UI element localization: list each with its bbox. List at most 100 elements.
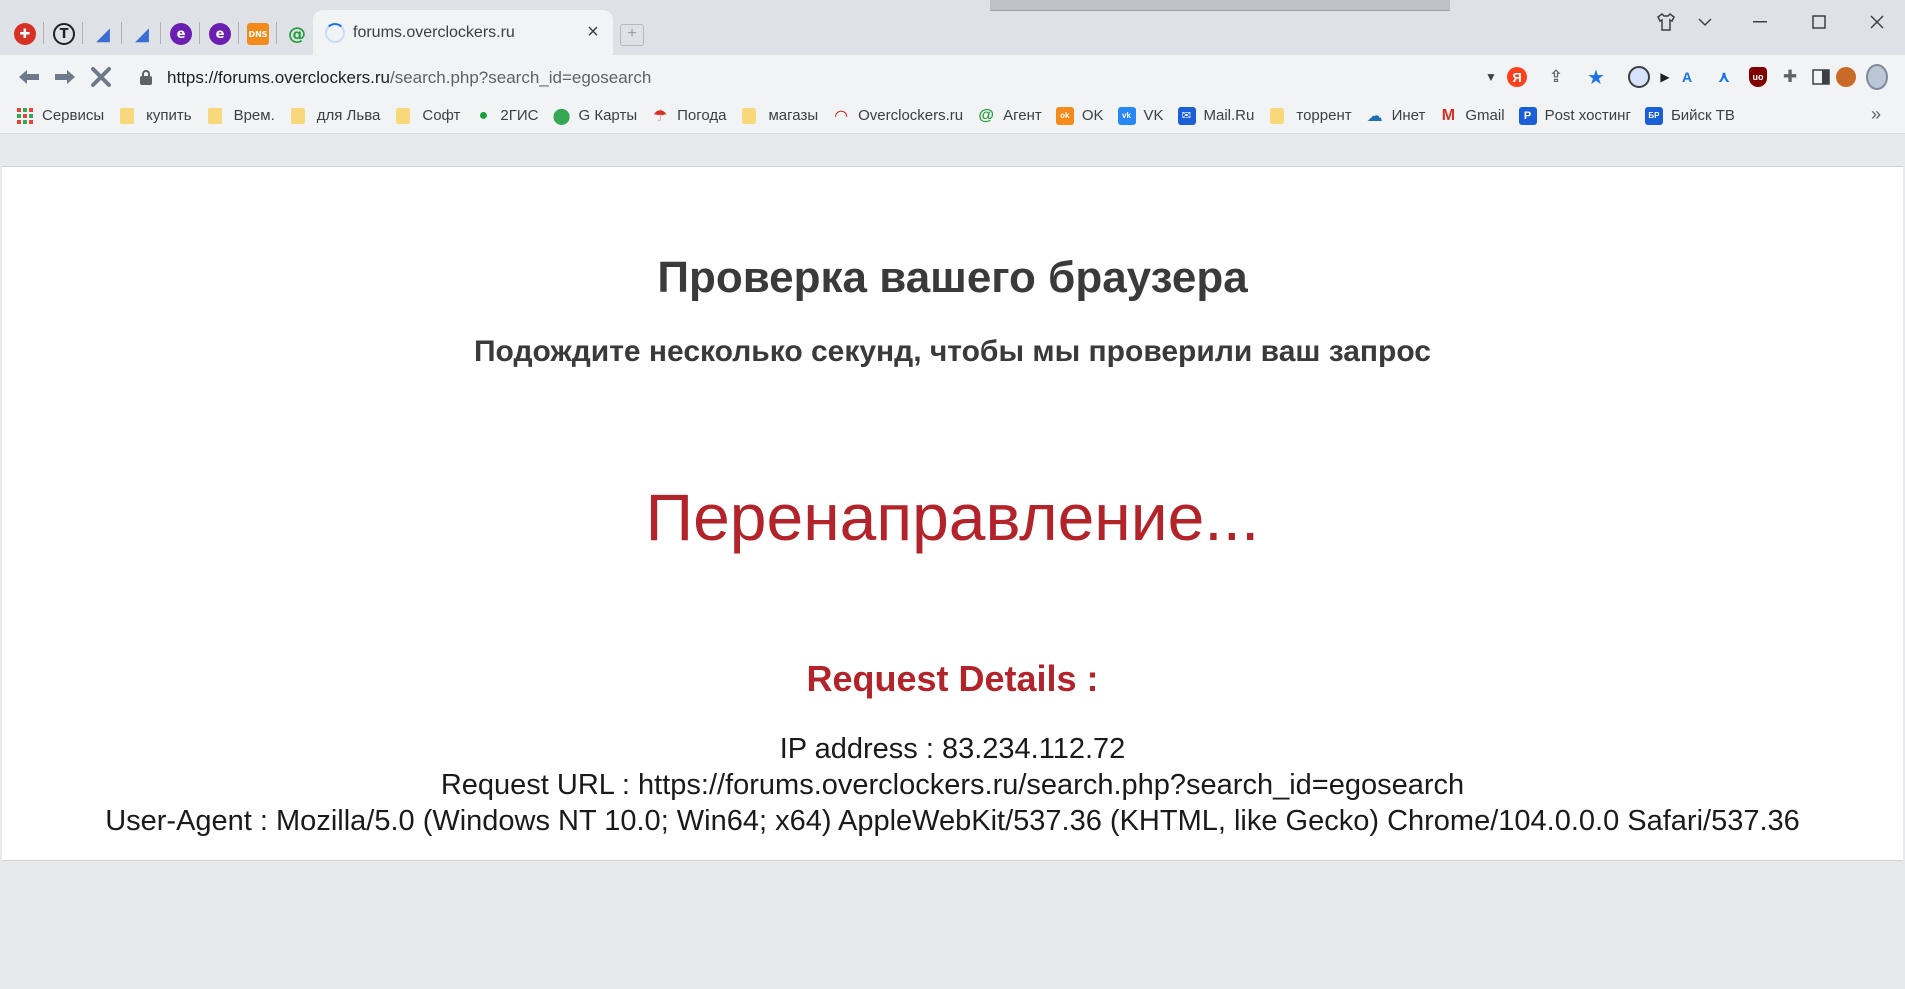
maximize-button[interactable] xyxy=(1796,4,1842,40)
window-preview-strip xyxy=(990,0,1450,11)
pinned-tab-green-icon: @ xyxy=(288,23,306,45)
request-details-heading: Request Details : xyxy=(806,658,1099,699)
tab-title: forums.overclockers.ru xyxy=(353,24,515,41)
bookmark-favicon-icon: ◠ xyxy=(834,107,848,125)
bookmark-label: Mail.Ru xyxy=(1203,107,1255,124)
bookmark-label: Погода xyxy=(677,107,727,124)
loading-spinner-icon xyxy=(325,23,345,43)
bookmark-item[interactable]: ✉ Mail.Ru xyxy=(1177,102,1255,130)
bookmark-item[interactable]: Сервисы xyxy=(16,102,104,130)
bookmark-label: Сервисы xyxy=(42,107,105,124)
bookmark-item[interactable]: ⬤ G Карты xyxy=(553,102,638,130)
bookmark-item[interactable]: Софт xyxy=(394,102,460,130)
bookmark-favicon-icon: ⬤ xyxy=(552,107,571,125)
translate-icon[interactable]: A xyxy=(1676,66,1698,88)
bookmark-item[interactable]: ◠ Overclockers.ru xyxy=(832,102,963,130)
bookmark-item[interactable]: для Льва xyxy=(289,102,381,130)
bookmark-label: VK xyxy=(1143,107,1164,124)
stop-loading-button[interactable] xyxy=(86,62,116,92)
bookmark-label: Бийск ТВ xyxy=(1670,107,1735,124)
bookmarks-bar: Сервисы купить Врем. для Льва Софт ● 2ГИС ⬤ G Ка… xyxy=(0,98,1905,134)
folder-icon xyxy=(120,107,135,124)
bookmarks-overflow-icon[interactable]: » xyxy=(1871,104,1881,125)
pinned-tab-blue-a[interactable]: ◢ xyxy=(83,12,123,56)
pinned-tab-purple-a-icon: e xyxy=(170,23,192,45)
pinned-tab-t[interactable]: T xyxy=(44,12,84,56)
tab-search-chevron-icon[interactable] xyxy=(1682,4,1728,40)
bookmark-item[interactable]: БР Бийск ТВ xyxy=(1644,102,1735,130)
bookmark-item[interactable]: магазы xyxy=(740,102,818,130)
share-icon[interactable]: ⇪ xyxy=(1545,66,1567,88)
pinned-tab-blue-a-icon: ◢ xyxy=(96,23,110,45)
extension-hand-icon[interactable] xyxy=(1628,66,1650,88)
profile-avatar[interactable] xyxy=(1866,64,1888,90)
bookmark-label: G Карты xyxy=(578,107,638,124)
play-arrow-icon[interactable]: ▶ xyxy=(1654,66,1676,88)
bookmark-item[interactable]: ☂ Погода xyxy=(651,102,727,130)
bookmark-label: Врем. xyxy=(233,107,275,124)
extension-wave-icon[interactable]: ⋏ xyxy=(1713,66,1735,88)
tab-strip: ✚ T ◢ ◢ e e DNS @ forums.overclockers.ru × + xyxy=(0,0,1905,55)
pinned-tab-purple-a[interactable]: e xyxy=(161,12,201,56)
dropdown-arrow-icon[interactable]: ▼ xyxy=(1480,66,1502,88)
address-bar[interactable]: https://forums.overclockers.ru/search.ph… xyxy=(122,60,1507,94)
tab-active[interactable]: forums.overclockers.ru × xyxy=(313,10,613,55)
bookmark-item[interactable]: @ Агент xyxy=(977,102,1041,130)
bookmark-favicon-icon: БР xyxy=(1644,106,1663,125)
bookmark-label: Инет xyxy=(1391,107,1426,124)
bookmark-label: для Льва xyxy=(316,107,381,124)
bookmark-label: магазы xyxy=(768,107,819,124)
bookmark-favicon-icon: ok xyxy=(1055,106,1074,125)
bookmark-label: торрент xyxy=(1296,107,1352,124)
bookmark-item[interactable]: Врем. xyxy=(206,102,275,130)
minimize-button[interactable] xyxy=(1737,4,1783,40)
bookmark-item[interactable]: P Post хостинг xyxy=(1518,102,1631,130)
lock-icon[interactable] xyxy=(140,70,152,85)
yandex-icon[interactable]: Я xyxy=(1506,66,1528,88)
bookmark-label: OK xyxy=(1081,107,1104,124)
bookmark-label: Gmail xyxy=(1465,107,1505,124)
bookmark-label: Overclockers.ru xyxy=(858,107,964,124)
new-tab-button[interactable]: + xyxy=(620,24,644,46)
url-text[interactable]: https://forums.overclockers.ru/search.ph… xyxy=(167,68,651,88)
ublock-icon[interactable]: uo xyxy=(1747,66,1769,88)
extensions-puzzle-icon[interactable]: ✚ xyxy=(1779,66,1801,88)
user-agent-line: User-Agent : Mozilla/5.0 (Windows NT 10.… xyxy=(105,805,1800,837)
bookmark-favicon-icon: ● xyxy=(478,106,489,124)
bookmark-label: купить xyxy=(146,107,192,124)
pinned-tab-purple-b[interactable]: e xyxy=(200,12,240,56)
pinned-tab-t-icon: T xyxy=(53,23,75,45)
bookmark-item[interactable]: купить xyxy=(118,102,192,130)
bookmark-favicon-icon: ☁ xyxy=(1366,107,1383,125)
pinned-tab-dns-icon: DNS xyxy=(247,23,269,45)
bookmark-item[interactable]: ok OK xyxy=(1055,102,1104,130)
bookmark-item[interactable]: vk VK xyxy=(1117,102,1164,130)
folder-icon xyxy=(1270,107,1285,124)
bookmark-star-icon[interactable]: ★ xyxy=(1585,66,1607,89)
bookmark-favicon-icon: @ xyxy=(978,106,994,124)
pinned-tab-dns[interactable]: DNS xyxy=(238,12,278,56)
bookmark-item[interactable]: ● 2ГИС xyxy=(474,102,539,130)
sidepanel-icon[interactable] xyxy=(1810,66,1832,88)
ip-address-line: IP address : 83.234.112.72 xyxy=(779,733,1126,765)
folder-icon xyxy=(290,107,305,124)
back-button[interactable] xyxy=(14,62,44,92)
page-content: Проверка вашего браузера Подождите неско… xyxy=(2,166,1903,861)
bookmark-label: 2ГИС xyxy=(500,107,539,124)
pinned-tab-purple-b-icon: e xyxy=(209,23,231,45)
pinned-tab-red[interactable]: ✚ xyxy=(5,12,45,56)
pinned-tab-blue-b[interactable]: ◢ xyxy=(122,12,162,56)
page-bottom-area xyxy=(0,861,1905,989)
bookmark-item[interactable]: торрент xyxy=(1268,102,1352,130)
pinned-tab-blue-b-icon: ◢ xyxy=(135,23,149,45)
folder-icon xyxy=(396,107,411,124)
extension-fox-icon[interactable] xyxy=(1835,66,1857,88)
bookmark-item[interactable]: ☁ Инет xyxy=(1366,102,1426,130)
window-close-button[interactable] xyxy=(1854,4,1900,40)
forward-button[interactable] xyxy=(50,62,80,92)
bookmark-favicon-icon: M xyxy=(1441,106,1456,124)
bookmark-item[interactable]: M Gmail xyxy=(1439,102,1505,130)
bookmark-favicon-icon: ☂ xyxy=(652,107,668,125)
tab-close-icon[interactable]: × xyxy=(581,20,605,44)
pinned-tab-green[interactable]: @ xyxy=(277,12,317,56)
